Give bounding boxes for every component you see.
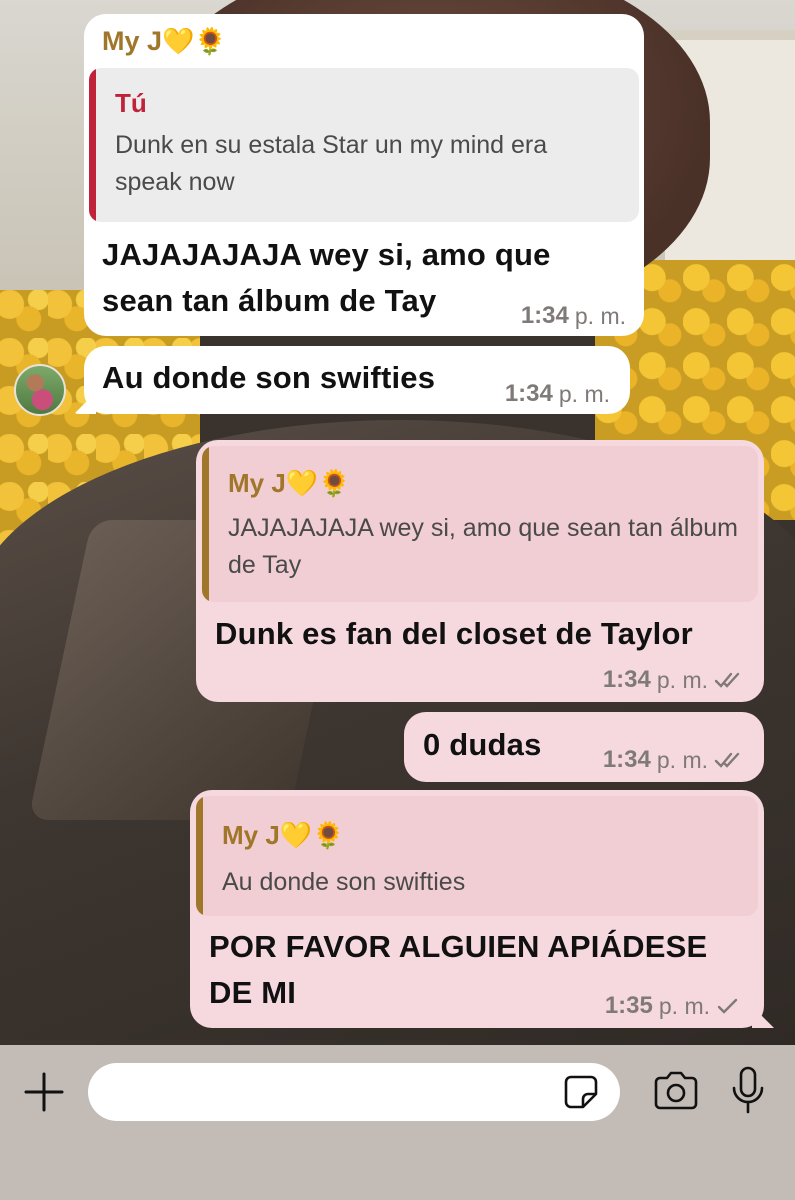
message-bubble-outgoing[interactable]: 0 dudas 1:34 p. m.	[404, 712, 764, 782]
double-check-icon	[714, 752, 740, 768]
quote-sender-emoji: 💛🌻	[279, 820, 345, 850]
message-input[interactable]	[88, 1063, 620, 1121]
single-check-icon	[717, 998, 738, 1014]
quote-bar	[89, 68, 96, 222]
quote-text: JAJAJAJAJA wey si, amo que sean tan álbu…	[228, 514, 738, 579]
message-bubble-incoming[interactable]: My J💛🌻 Tú Dunk en su estala Star un my m…	[84, 14, 644, 336]
sticker-icon[interactable]	[563, 1074, 599, 1110]
message-bubble-outgoing[interactable]: My J💛🌻 JAJAJAJAJA wey si, amo que sean t…	[196, 440, 764, 702]
contact-avatar[interactable]	[14, 364, 66, 416]
quoted-message[interactable]: My J💛🌻 JAJAJAJAJA wey si, amo que sean t…	[202, 446, 758, 602]
message-timestamp: 1:34 p. m.	[603, 746, 744, 774]
quote-bar	[196, 796, 203, 916]
message-timestamp: 1:35 p. m.	[605, 992, 740, 1020]
message-text: Au donde son swifties	[102, 360, 436, 395]
message-bubble-incoming[interactable]: Au donde son swifties 1:34 p. m.	[84, 346, 630, 414]
double-check-icon	[714, 672, 740, 688]
message-bubble-outgoing[interactable]: My J💛🌻 Au donde son swifties POR FAVOR A…	[190, 790, 764, 1028]
message-text: JAJAJAJAJA wey si, amo que sean tan álbu…	[102, 237, 551, 318]
message-timestamp: 1:34 p. m.	[603, 666, 744, 694]
quote-sender-name: My J💛🌻	[228, 468, 351, 498]
sender-name: My J💛🌻	[102, 26, 227, 56]
plus-icon[interactable]	[22, 1070, 66, 1114]
camera-icon[interactable]	[652, 1071, 700, 1111]
quoted-message[interactable]: Tú Dunk en su estala Star un my mind era…	[89, 68, 639, 222]
quote-sender-name: My J💛🌻	[222, 820, 345, 850]
quote-sender-emoji: 💛🌻	[285, 468, 351, 498]
message-timestamp: 1:34 p. m.	[504, 380, 610, 407]
quote-text: Au donde son swifties	[222, 868, 466, 896]
message-timestamp: 1:34 p. m.	[520, 302, 626, 329]
microphone-icon[interactable]	[730, 1066, 766, 1116]
quote-bar	[202, 446, 209, 602]
quote-sender-name: Tú	[115, 88, 147, 118]
sender-emoji: 💛🌻	[162, 26, 227, 56]
quote-text: Dunk en su estala Star un my mind era sp…	[115, 131, 548, 196]
message-text: Dunk es fan del closet de Taylor	[215, 616, 693, 651]
quoted-message[interactable]: My J💛🌻 Au donde son swifties	[196, 796, 758, 916]
message-text: 0 dudas	[423, 727, 542, 762]
